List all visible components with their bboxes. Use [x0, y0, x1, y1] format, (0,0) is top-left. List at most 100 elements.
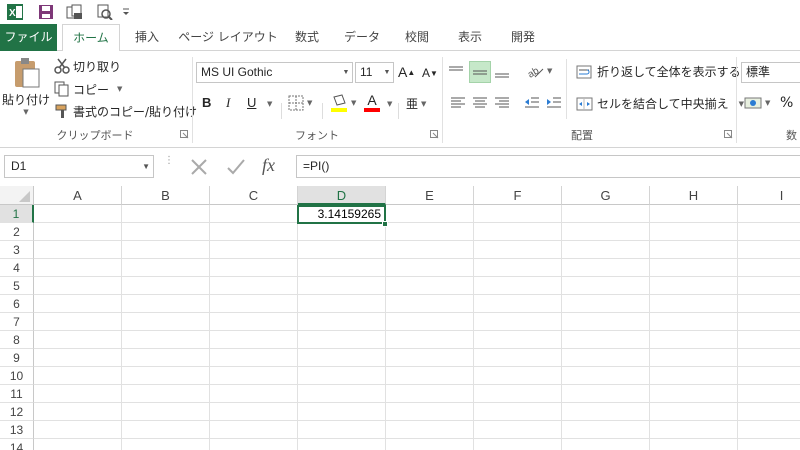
font-name-combobox[interactable]: MS UI Gothic ▼ — [196, 62, 353, 83]
row-gridline — [34, 438, 800, 439]
chevron-down-icon[interactable]: ▼ — [340, 63, 352, 82]
number-format-value: 標準 — [746, 65, 771, 79]
font-color-button[interactable]: A — [364, 93, 380, 112]
row-header-13[interactable]: 13 — [0, 421, 34, 439]
name-box[interactable]: D1 ▼ — [4, 155, 154, 178]
grow-font-button[interactable]: A ▲ — [398, 64, 415, 80]
select-all-button[interactable] — [0, 186, 34, 205]
row-gridline — [34, 402, 800, 403]
formula-bar-grip-icon[interactable]: ⋮ — [164, 156, 174, 174]
tab-file[interactable]: ファイル — [0, 24, 57, 51]
align-center-button[interactable] — [472, 96, 488, 110]
percent-button[interactable]: % — [780, 95, 793, 111]
column-header-a[interactable]: A — [34, 186, 122, 205]
tab-data[interactable]: データ — [336, 24, 388, 51]
tab-review[interactable]: 校閲 — [394, 24, 440, 51]
italic-button[interactable]: I — [226, 95, 230, 111]
tab-view[interactable]: 表示 — [446, 24, 494, 51]
print-preview-icon[interactable] — [66, 3, 84, 21]
row-gridline — [34, 312, 800, 313]
phonetic-icon: 亜 — [406, 97, 419, 111]
dialog-launcher-icon[interactable] — [430, 130, 439, 139]
scissors-icon — [54, 58, 70, 74]
chevron-down-icon[interactable]: ▼ — [267, 100, 272, 108]
align-bottom-button[interactable] — [494, 61, 514, 83]
row-header-14[interactable]: 14 — [0, 439, 34, 450]
row-header-10[interactable]: 10 — [0, 367, 34, 385]
decrease-indent-button[interactable] — [524, 96, 540, 110]
paste-button[interactable]: 貼り付け ▼ — [2, 57, 50, 116]
increase-indent-button[interactable] — [546, 96, 562, 110]
column-header-f[interactable]: F — [474, 186, 562, 205]
column-header-d[interactable]: D — [298, 186, 386, 205]
row-header-11[interactable]: 11 — [0, 385, 34, 403]
align-middle-button[interactable] — [469, 61, 491, 83]
phonetic-button[interactable]: 亜 ▼ — [406, 95, 426, 112]
chevron-down-icon[interactable]: ▼ — [142, 156, 150, 177]
paste-icon — [15, 58, 40, 88]
row-header-6[interactable]: 6 — [0, 295, 34, 313]
row-header-2[interactable]: 2 — [0, 223, 34, 241]
row-header-8[interactable]: 8 — [0, 331, 34, 349]
grow-font-icon: ▲ — [407, 67, 416, 77]
column-header-b[interactable]: B — [122, 186, 210, 205]
cut-label: 切り取り — [73, 59, 122, 74]
row-header-4[interactable]: 4 — [0, 259, 34, 277]
borders-button[interactable]: ▼ — [288, 95, 312, 111]
shrink-font-button[interactable]: A ▼ — [422, 66, 438, 80]
row-header-12[interactable]: 12 — [0, 403, 34, 421]
tab-home[interactable]: ホーム — [62, 24, 120, 52]
insert-function-button[interactable]: fx — [262, 155, 275, 176]
decrease-indent-icon — [525, 97, 539, 108]
row-header-1[interactable]: 1 — [0, 205, 34, 223]
format-painter-button[interactable]: 書式のコピー/貼り付け — [54, 102, 197, 120]
merge-center-button[interactable]: セルを結合して中央揃え ▼ — [576, 95, 744, 112]
wrap-text-button[interactable]: 折り返して全体を表示する — [576, 63, 741, 80]
divider — [322, 103, 323, 119]
worksheet-grid[interactable]: ABCDEFGHI 1 2 3 4 5 6 7 8 9 10 11 12 13 14 3.14159265 — [0, 186, 800, 450]
underline-button[interactable]: U — [247, 95, 256, 110]
customize-qat-icon[interactable] — [121, 3, 131, 21]
tab-formulas[interactable]: 数式 — [284, 24, 330, 51]
align-top-icon — [449, 66, 463, 71]
save-icon[interactable] — [37, 3, 55, 21]
formula-input[interactable]: =PI() — [296, 155, 800, 178]
orientation-button[interactable]: ab ▼ — [526, 63, 552, 79]
column-header-c[interactable]: C — [210, 186, 298, 205]
row-header-9[interactable]: 9 — [0, 349, 34, 367]
cancel-icon[interactable] — [190, 158, 208, 176]
group-label-clipboard: クリップボード — [56, 129, 134, 142]
chevron-down-icon[interactable]: ▼ — [387, 100, 392, 108]
column-header-g[interactable]: G — [562, 186, 650, 205]
enter-icon[interactable] — [226, 158, 246, 176]
chevron-down-icon: ▼ — [307, 99, 313, 107]
bold-button[interactable]: B — [202, 95, 211, 110]
tab-developer[interactable]: 開発 — [500, 24, 546, 51]
align-left-button[interactable] — [450, 96, 466, 110]
column-header-i[interactable]: I — [738, 186, 800, 205]
column-header-h[interactable]: H — [650, 186, 738, 205]
cut-button[interactable]: 切り取り — [54, 57, 121, 75]
row-header-7[interactable]: 7 — [0, 313, 34, 331]
tab-insert[interactable]: 挿入 — [122, 24, 172, 51]
tab-page-layout[interactable]: ページ レイアウト — [178, 24, 278, 51]
dialog-launcher-icon[interactable] — [724, 130, 733, 139]
active-cell-d1[interactable]: 3.14159265 — [297, 205, 386, 224]
currency-format-button[interactable]: ▼ — [744, 95, 770, 111]
fill-color-button[interactable]: ▼ — [330, 93, 356, 113]
row-header-5[interactable]: 5 — [0, 277, 34, 295]
copy-button[interactable]: コピー ▼ — [54, 80, 122, 98]
font-size-combobox[interactable]: 11 ▼ — [355, 62, 394, 83]
column-header-e[interactable]: E — [386, 186, 474, 205]
number-format-combobox[interactable]: 標準 — [741, 62, 800, 83]
align-top-button[interactable] — [448, 61, 468, 83]
align-right-button[interactable] — [494, 96, 510, 110]
row-header-3[interactable]: 3 — [0, 241, 34, 259]
dialog-launcher-icon[interactable] — [180, 130, 189, 139]
fill-handle[interactable] — [382, 221, 388, 227]
row-gridline — [34, 294, 800, 295]
chevron-down-icon: ▼ — [765, 99, 771, 107]
chevron-down-icon[interactable]: ▼ — [381, 63, 393, 82]
name-box-value: D1 — [11, 159, 27, 173]
print-icon[interactable] — [96, 3, 114, 21]
